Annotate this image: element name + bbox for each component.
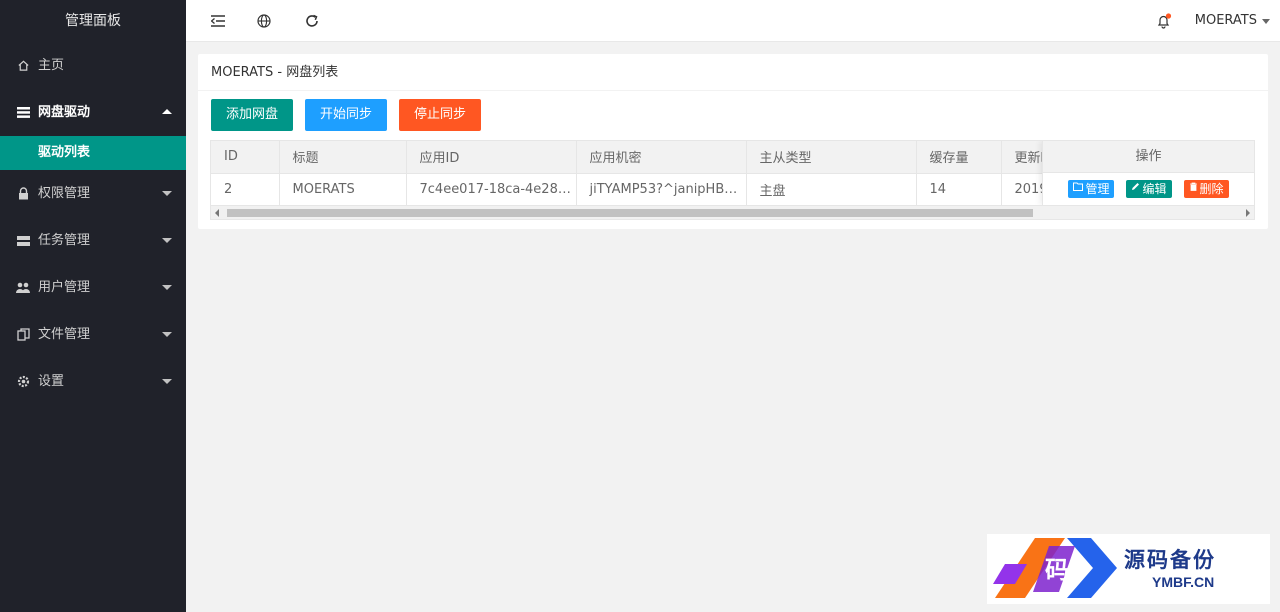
sidebar-item-permissions[interactable]: 权限管理 <box>0 170 186 217</box>
chevron-down-icon <box>162 379 172 384</box>
operation-column: 操作 管理 编辑 删除 <box>1042 141 1254 205</box>
sidebar-item-settings[interactable]: 设置 <box>0 358 186 405</box>
column-header[interactable]: 主从类型 <box>746 141 917 174</box>
watermark-logo-icon: 码 <box>993 538 1117 598</box>
sidebar-item-label: 任务管理 <box>38 233 91 248</box>
sidebar-item-drive[interactable]: 网盘驱动 <box>0 89 186 136</box>
sidebar-item-label: 用户管理 <box>38 280 91 295</box>
list-icon <box>16 106 30 120</box>
column-header[interactable]: 缓存量 <box>916 141 1002 174</box>
start-sync-button[interactable]: 开始同步 <box>305 99 388 131</box>
horizontal-scrollbar[interactable] <box>211 205 1254 219</box>
table-cell: 7c4ee017-18ca-4e28-8... <box>406 173 577 206</box>
column-header[interactable]: 标题 <box>279 141 407 174</box>
top-header: MOERATS <box>186 0 1280 42</box>
action-buttons: 添加网盘 开始同步 停止同步 <box>211 99 493 131</box>
user-name: MOERATS <box>1194 13 1257 28</box>
chevron-down-icon <box>162 238 172 243</box>
column-header[interactable]: 应用机密 <box>576 141 747 174</box>
refresh-icon[interactable] <box>304 13 320 29</box>
sidebar-item-home[interactable]: 主页 <box>0 42 186 89</box>
drive-list-card: MOERATS - 网盘列表 添加网盘 开始同步 停止同步 ID 标题 应用ID… <box>198 54 1268 229</box>
globe-icon[interactable] <box>256 13 272 29</box>
scrollbar-thumb[interactable] <box>227 209 1033 217</box>
chevron-down-icon <box>162 191 172 196</box>
sidebar-item-label: 设置 <box>38 374 65 389</box>
table-cell: 主盘 <box>746 173 917 206</box>
sidebar-item-files[interactable]: 文件管理 <box>0 311 186 358</box>
add-drive-button[interactable]: 添加网盘 <box>211 99 294 131</box>
card-title: MOERATS - 网盘列表 <box>198 54 1268 91</box>
drive-table: ID 标题 应用ID 应用机密 主从类型 缓存量 更新时 2 MOERATS 7… <box>210 140 1255 220</box>
manage-button-label: 管理 <box>1085 182 1110 196</box>
lock-icon <box>16 187 30 201</box>
chevron-down-icon <box>162 332 172 337</box>
column-header[interactable]: 应用ID <box>406 141 577 174</box>
watermark-logo-char: 码 <box>1045 555 1069 584</box>
watermark-domain: YMBF.CN <box>1152 574 1215 590</box>
files-icon <box>16 328 30 342</box>
edit-button[interactable]: 编辑 <box>1126 180 1172 198</box>
sidebar-title: 管理面板 <box>65 13 121 29</box>
sidebar-item-users[interactable]: 用户管理 <box>0 264 186 311</box>
delete-button-label: 删除 <box>1199 182 1224 196</box>
menu-collapse-icon[interactable] <box>210 13 226 29</box>
scroll-left-arrow-icon[interactable] <box>215 209 219 217</box>
table-cell: 14 <box>916 173 1002 206</box>
row-actions: 管理 编辑 删除 <box>1043 173 1254 205</box>
sidebar-item-label: 主页 <box>38 58 65 73</box>
manage-button[interactable]: 管理 <box>1068 180 1115 198</box>
sidebar-item-label: 权限管理 <box>38 186 91 201</box>
watermark-logo: 码 源码备份 YMBF.CN <box>987 534 1270 604</box>
sidebar-item-label: 网盘驱动 <box>38 105 91 120</box>
table-cell: jiTYAMP53?^janipHB86... <box>576 173 747 206</box>
chevron-up-icon <box>162 109 172 114</box>
pencil-icon <box>1131 180 1140 198</box>
user-menu[interactable]: MOERATS <box>1195 0 1270 42</box>
sidebar-item-label: 文件管理 <box>38 327 91 342</box>
sidebar-subitem-driver-list[interactable]: 驱动列表 <box>0 136 186 170</box>
folder-icon <box>1073 180 1084 198</box>
watermark-text: 源码备份 <box>1124 547 1216 572</box>
server-icon <box>16 234 30 248</box>
table-cell: MOERATS <box>279 173 407 206</box>
edit-button-label: 编辑 <box>1142 182 1167 196</box>
column-header[interactable]: ID <box>211 141 280 174</box>
gear-icon <box>16 375 30 389</box>
sidebar-item-tasks[interactable]: 任务管理 <box>0 217 186 264</box>
chevron-down-icon <box>1262 18 1270 24</box>
chevron-down-icon <box>162 285 172 290</box>
stop-sync-button[interactable]: 停止同步 <box>399 99 482 131</box>
users-icon <box>16 281 30 295</box>
scroll-right-arrow-icon[interactable] <box>1246 209 1250 217</box>
home-icon <box>16 59 30 73</box>
trash-icon <box>1189 180 1198 198</box>
column-header: 操作 <box>1043 141 1254 173</box>
bell-icon[interactable] <box>1156 13 1172 29</box>
sidebar: 管理面板 主页 网盘驱动 驱动列表 权限管理 任务管理 用户管理 文件管理 设置 <box>0 0 186 612</box>
table-cell: 2 <box>211 173 280 206</box>
delete-button[interactable]: 删除 <box>1183 180 1229 198</box>
